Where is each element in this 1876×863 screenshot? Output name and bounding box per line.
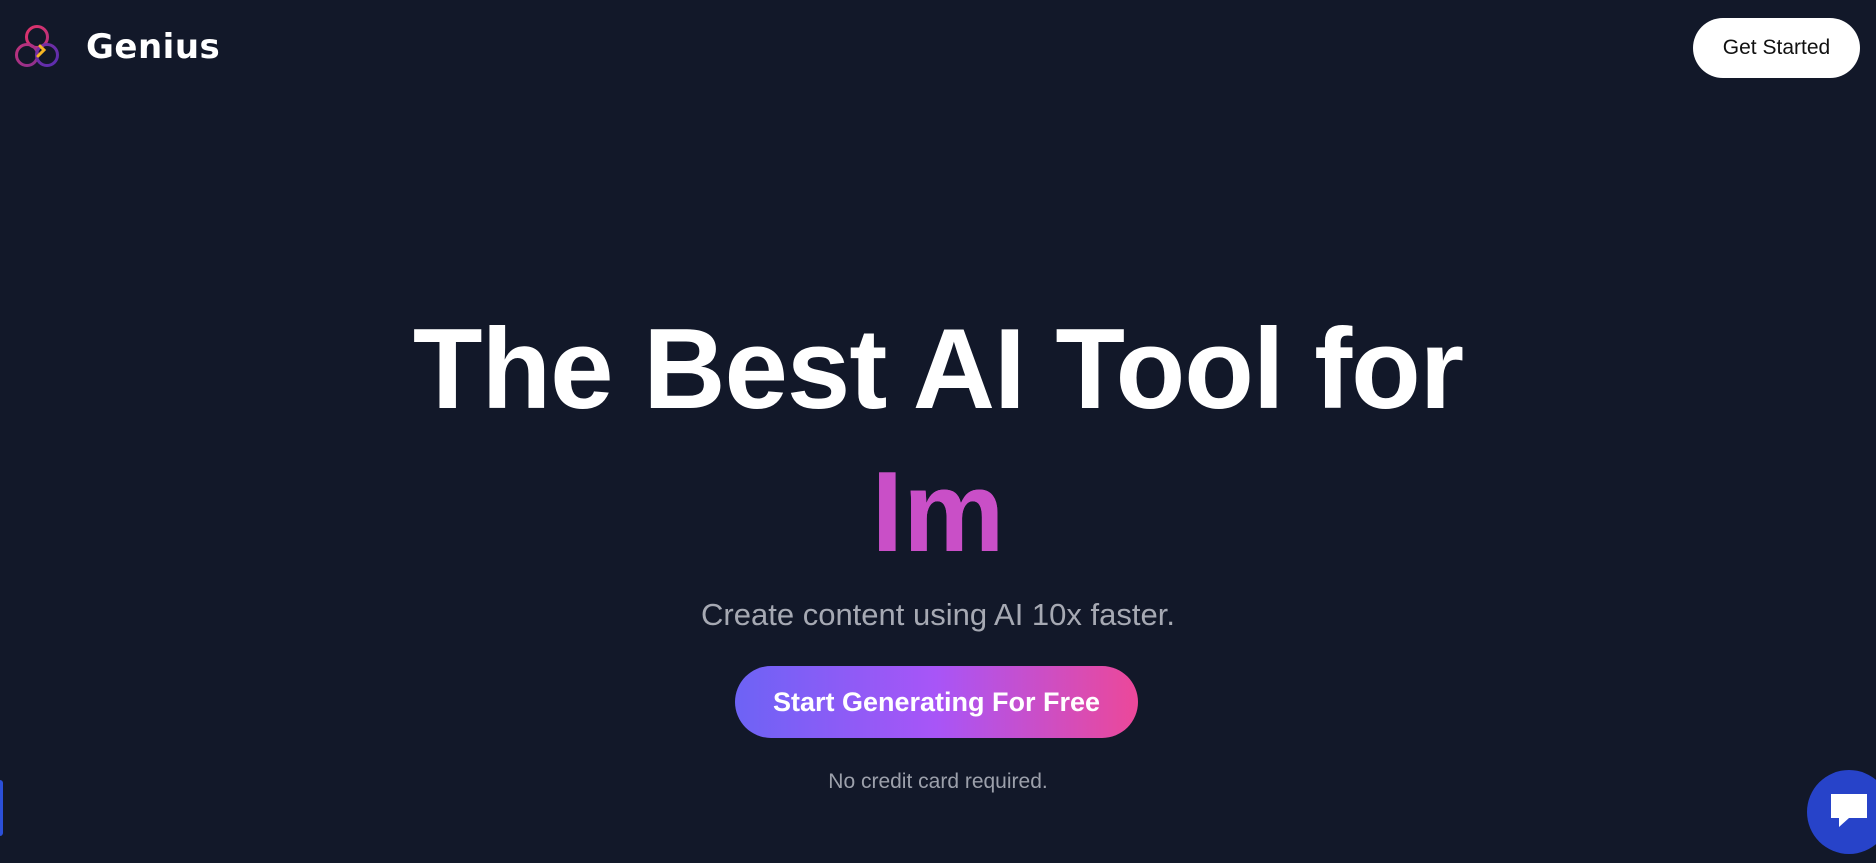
side-feedback-tab[interactable] [0,780,3,836]
brand-link[interactable]: Genius [12,22,220,72]
start-generating-button[interactable]: Start Generating For Free [735,666,1138,738]
chat-bubble-icon [1831,794,1867,827]
hero-title: The Best AI Tool for [412,306,1464,433]
typewriter-word: Im [871,449,1005,576]
site-header: Genius Get Started [0,0,1876,96]
hero-typewriter-text: Im [0,448,1876,578]
chat-widget-button[interactable] [1807,770,1876,854]
brand-name: Genius [86,27,221,67]
genius-logo-icon [15,25,59,67]
hero-subtitle: Create content using AI 10x faster. [701,597,1175,632]
no-credit-card-note: No credit card required. [828,770,1048,793]
get-started-button[interactable]: Get Started [1693,18,1860,78]
landing-page: Genius Get Started The Best AI Tool for … [0,0,1876,863]
